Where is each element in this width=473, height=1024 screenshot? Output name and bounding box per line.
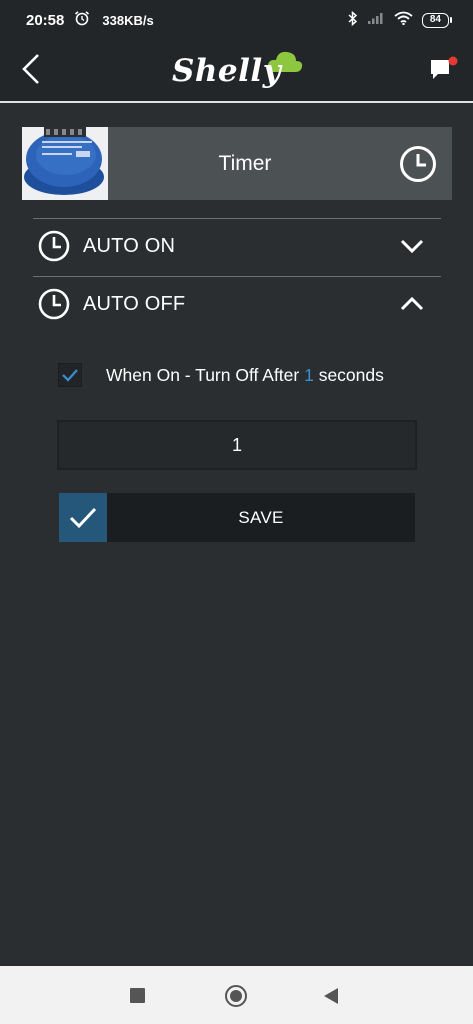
section-auto-off[interactable]: AUTO OFF: [33, 275, 441, 333]
option-text-after: seconds: [313, 364, 384, 385]
chevron-down-icon: [400, 239, 424, 254]
device-image: [22, 127, 108, 200]
status-bar: 20:58 338KB/s 84: [0, 0, 473, 40]
auto-off-checkbox[interactable]: [58, 363, 82, 387]
recents-square-icon[interactable]: [130, 988, 145, 1003]
home-circle-icon[interactable]: [225, 985, 247, 1007]
check-icon: [62, 369, 78, 382]
back-triangle-icon[interactable]: [323, 987, 339, 1005]
wifi-icon: [394, 11, 413, 29]
status-time: 20:58: [26, 11, 65, 29]
option-text-before: When On - Turn Off After: [106, 364, 305, 385]
clock-icon[interactable]: [398, 144, 438, 184]
device-row: Timer: [22, 127, 452, 200]
chevron-left-icon: [22, 54, 39, 84]
bluetooth-icon: [348, 10, 358, 30]
device-title: Timer: [218, 151, 272, 175]
option-value: 1: [304, 364, 314, 385]
signal-icon: [367, 11, 385, 29]
network-speed: 338KB/s: [102, 12, 154, 28]
clock-icon: [38, 230, 70, 262]
seconds-input[interactable]: [57, 420, 417, 470]
alarm-icon: [74, 10, 90, 30]
section-auto-on[interactable]: AUTO ON: [33, 217, 441, 275]
save-group: SAVE: [59, 493, 415, 542]
section-label: AUTO ON: [83, 234, 176, 257]
save-button[interactable]: SAVE: [107, 493, 415, 542]
back-button[interactable]: [16, 52, 46, 86]
chat-button[interactable]: [428, 54, 460, 84]
app-header: Shelly: [0, 40, 473, 103]
save-check-box[interactable]: [59, 493, 107, 542]
shelly-logo: Shelly: [162, 48, 312, 96]
auto-off-description: When On - Turn Off After 1 seconds: [106, 365, 384, 386]
check-icon: [69, 507, 97, 528]
section-label: AUTO OFF: [83, 292, 186, 315]
chat-notification-icon: [431, 56, 458, 79]
clock-icon: [38, 288, 70, 320]
nav-bar: [0, 966, 473, 1024]
auto-off-option: When On - Turn Off After 1 seconds: [58, 360, 418, 390]
battery-icon: 84: [421, 12, 453, 28]
logo-text: Shelly: [172, 53, 282, 89]
chevron-up-icon: [400, 296, 424, 311]
